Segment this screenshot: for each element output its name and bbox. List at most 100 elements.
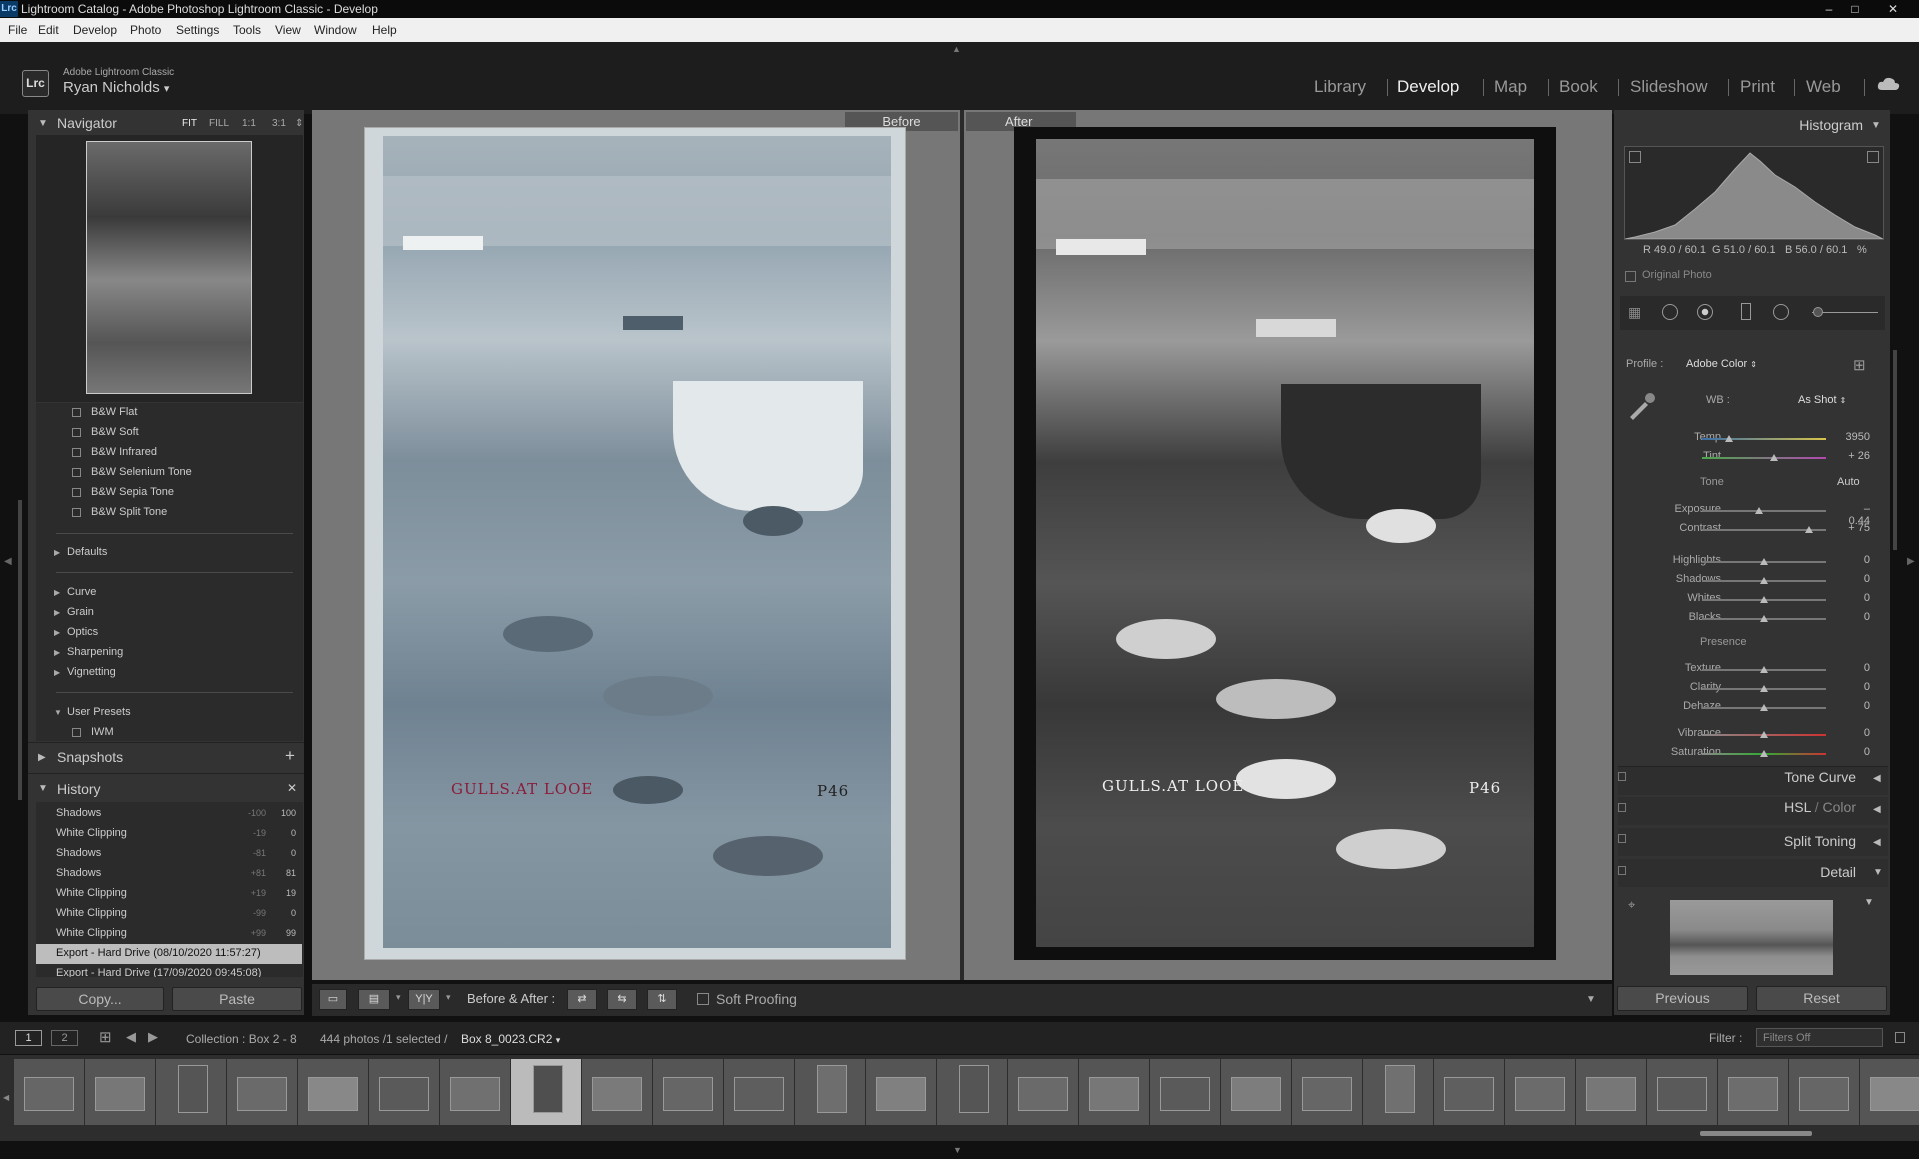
before-after-mode-button[interactable]: Y|Y — [408, 989, 440, 1010]
slider-thumb[interactable] — [1760, 731, 1768, 738]
panel-toggle-switch[interactable] — [1618, 803, 1626, 812]
profile-browser-grid-icon[interactable]: ⊞ — [1853, 356, 1866, 374]
slider-value[interactable]: 0 — [1840, 681, 1870, 693]
module-map[interactable]: Map — [1494, 77, 1527, 97]
chevron-down-icon[interactable]: ▾ — [446, 992, 451, 1003]
filmstrip-thumbnail[interactable] — [1079, 1059, 1149, 1125]
filmstrip-thumbnail[interactable] — [653, 1059, 723, 1125]
menu-edit[interactable]: Edit — [38, 23, 59, 37]
filmstrip-thumbnail[interactable] — [582, 1059, 652, 1125]
filename-dropdown[interactable]: Box 8_0023.CR2 ▾ — [461, 1032, 560, 1046]
slider-track[interactable] — [1702, 510, 1826, 512]
close-window-button[interactable]: ✕ — [1880, 0, 1906, 18]
slider-thumb[interactable] — [1804, 526, 1813, 533]
left-panel-scrollbar[interactable] — [18, 500, 22, 800]
original-photo-checkbox[interactable] — [1625, 271, 1636, 282]
module-print[interactable]: Print — [1740, 77, 1775, 97]
panel-toggle-switch[interactable] — [1618, 834, 1626, 843]
panel-toggle-switch[interactable] — [1618, 772, 1626, 781]
module-slideshow[interactable]: Slideshow — [1630, 77, 1708, 97]
swap-before-after-icon[interactable]: ⇅ — [647, 989, 677, 1010]
maximize-button[interactable]: □ — [1842, 0, 1868, 18]
adjustment-brush-icon[interactable] — [1813, 307, 1823, 317]
before-photo[interactable]: GULLS.AT LOOE P46 — [364, 127, 906, 960]
slider-thumb[interactable] — [1760, 685, 1768, 692]
preset-item[interactable]: B&W Selenium Tone — [91, 466, 192, 478]
slider-thumb[interactable] — [1769, 454, 1778, 461]
slider-value[interactable]: 0 — [1840, 700, 1870, 712]
menu-help[interactable]: Help — [372, 23, 397, 37]
add-snapshot-icon[interactable]: + — [285, 746, 295, 766]
slider-thumb[interactable] — [1760, 558, 1768, 565]
clear-history-icon[interactable]: ✕ — [287, 781, 297, 795]
filmstrip-thumbnail[interactable] — [156, 1059, 226, 1125]
top-panel-toggle-icon[interactable]: ▲ — [952, 44, 961, 54]
expand-triangle-icon[interactable]: ▶ — [54, 648, 60, 657]
slider-thumb[interactable] — [1725, 435, 1734, 442]
collapse-triangle-icon[interactable]: ▼ — [1871, 120, 1881, 131]
graduated-filter-icon[interactable] — [1741, 303, 1751, 320]
cloud-icon[interactable] — [1877, 76, 1901, 92]
profile-dropdown[interactable]: Adobe Color ⇕ — [1686, 358, 1757, 370]
collapse-triangle-icon[interactable]: ▼ — [54, 708, 62, 717]
filmstrip-thumbnail[interactable] — [1789, 1059, 1859, 1125]
slider-track[interactable] — [1702, 438, 1826, 440]
slider-value[interactable]: 3950 — [1840, 431, 1870, 443]
red-eye-icon[interactable] — [1697, 304, 1713, 320]
preview-menu-icon[interactable]: ▼ — [1864, 897, 1874, 908]
slider-value[interactable]: 0 — [1840, 746, 1870, 758]
minimize-button[interactable]: – — [1816, 0, 1842, 18]
nav-zoom-1-1[interactable]: 1:1 — [242, 118, 256, 129]
detail-preview[interactable] — [1670, 900, 1833, 975]
module-develop[interactable]: Develop — [1397, 77, 1459, 97]
filmstrip-thumbnail[interactable] — [1221, 1059, 1291, 1125]
collapse-triangle-icon[interactable]: ▼ — [1873, 867, 1883, 878]
filter-dropdown[interactable]: Filters Off — [1756, 1028, 1883, 1047]
right-panel-toggle-icon[interactable]: ▶ — [1907, 556, 1915, 567]
radial-filter-icon[interactable] — [1773, 304, 1789, 320]
history-row-selected[interactable]: Export - Hard Drive (08/10/2020 11:57:27… — [36, 944, 302, 964]
filmstrip-scrollbar[interactable] — [1700, 1131, 1812, 1136]
filmstrip-thumbnail[interactable] — [298, 1059, 368, 1125]
history-row[interactable]: Shadows -100 100 — [36, 804, 302, 824]
slider-value[interactable]: 0 — [1840, 573, 1870, 585]
copy-after-to-before-icon[interactable]: ⇆ — [607, 989, 637, 1010]
snapshots-title[interactable]: Snapshots — [57, 749, 123, 765]
slider-value[interactable]: 0 — [1840, 662, 1870, 674]
expand-triangle-icon[interactable]: ▶ — [54, 628, 60, 637]
menu-file[interactable]: File — [8, 23, 27, 37]
back-arrow-icon[interactable]: ◀ — [126, 1029, 136, 1045]
expand-triangle-icon[interactable]: ◀ — [1873, 837, 1881, 848]
preset-item[interactable]: B&W Flat — [91, 406, 137, 418]
bottom-panel-toggle-icon[interactable]: ▼ — [953, 1145, 962, 1155]
loupe-view-icon[interactable]: ▭ — [319, 989, 347, 1010]
compare-view-icon[interactable]: ▤ — [358, 989, 390, 1010]
identity-plate[interactable]: Ryan Nicholds ▾ — [63, 79, 169, 96]
expand-triangle-icon[interactable]: ▶ — [54, 608, 60, 617]
slider-thumb[interactable] — [1760, 577, 1768, 584]
hsl-color-title[interactable]: HSL / Color — [1700, 799, 1856, 815]
filmstrip-left-arrow-icon[interactable]: ◀ — [3, 1093, 9, 1102]
slider-value[interactable]: 0 — [1840, 727, 1870, 739]
slider-value[interactable]: 0 — [1840, 554, 1870, 566]
slider-thumb[interactable] — [1760, 596, 1768, 603]
filmstrip-thumbnail[interactable] — [85, 1059, 155, 1125]
split-toning-title[interactable]: Split Toning — [1700, 833, 1856, 849]
preset-group-defaults[interactable]: Defaults — [67, 546, 107, 558]
nav-zoom-fit[interactable]: FIT — [182, 118, 197, 129]
target-adjust-icon[interactable]: ⌖ — [1628, 897, 1635, 913]
filmstrip-thumbnail[interactable] — [1647, 1059, 1717, 1125]
preset-item[interactable]: IWM — [91, 726, 114, 738]
history-row[interactable]: Shadows -81 0 — [36, 844, 302, 864]
filmstrip-thumbnail[interactable] — [1434, 1059, 1504, 1125]
copy-settings-button[interactable]: Copy... — [36, 987, 164, 1011]
filmstrip-thumbnail[interactable] — [440, 1059, 510, 1125]
menu-develop[interactable]: Develop — [73, 23, 117, 37]
soft-proofing-checkbox[interactable] — [697, 993, 709, 1005]
crop-tool-icon[interactable]: ▦ — [1628, 304, 1641, 321]
histogram[interactable] — [1624, 146, 1884, 240]
filmstrip-thumbnail[interactable] — [1292, 1059, 1362, 1125]
histogram-title[interactable]: Histogram — [1770, 117, 1863, 133]
grid-view-icon[interactable]: ⊞ — [99, 1028, 112, 1046]
navigator-thumbnail[interactable] — [86, 141, 252, 394]
